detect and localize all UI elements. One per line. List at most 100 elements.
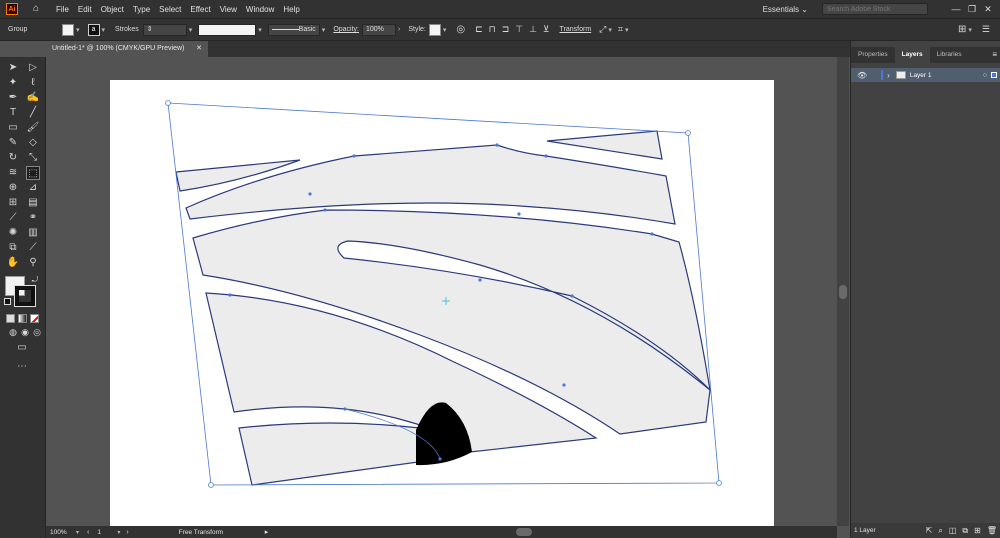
none-mode-icon[interactable] bbox=[30, 314, 39, 323]
eraser-tool-icon[interactable]: ◇ bbox=[26, 136, 40, 150]
menu-type[interactable]: Type bbox=[133, 5, 150, 14]
variable-width-profile[interactable] bbox=[198, 23, 257, 36]
align-right-icon[interactable]: ⊐ bbox=[502, 24, 510, 35]
locate-object-icon[interactable]: ⌕ bbox=[938, 526, 942, 536]
lasso-tool-icon[interactable]: ℓ bbox=[26, 76, 40, 90]
align-middle-icon[interactable]: ⊥ bbox=[529, 24, 537, 35]
menu-effect[interactable]: Effect bbox=[190, 5, 210, 14]
restore-button[interactable]: ❐ bbox=[964, 4, 980, 15]
menu-edit[interactable]: Edit bbox=[78, 5, 92, 14]
minimize-button[interactable]: — bbox=[948, 4, 964, 14]
scale-tool-icon[interactable]: ⤡ bbox=[26, 151, 40, 165]
zoom-level[interactable]: 100% bbox=[50, 529, 76, 536]
eye-icon[interactable]: 👁 bbox=[857, 71, 867, 80]
flip-icon[interactable]: ⤢ bbox=[599, 24, 606, 35]
gradient-mode-icon[interactable] bbox=[18, 314, 27, 323]
chevron-down-icon[interactable]: ▾ bbox=[76, 529, 79, 536]
chevron-down-icon[interactable]: ▾ bbox=[102, 26, 106, 34]
blend-tool-icon[interactable]: ⚭ bbox=[26, 211, 40, 225]
opacity-field[interactable]: 100% bbox=[362, 23, 396, 36]
layer-name[interactable]: Layer 1 bbox=[910, 72, 932, 79]
chevron-down-icon[interactable]: ▾ bbox=[443, 26, 447, 34]
layer-row[interactable]: 👁 › Layer 1 ○ bbox=[851, 68, 1000, 82]
line-tool-icon[interactable]: ╱ bbox=[26, 106, 40, 120]
strokes-label[interactable]: Strokes bbox=[115, 26, 139, 33]
artboard-tool-icon[interactable]: ⧉ bbox=[6, 241, 20, 255]
hand-tool-icon[interactable]: ✋ bbox=[6, 256, 20, 270]
menu-object[interactable]: Object bbox=[101, 5, 124, 14]
align-center-icon[interactable]: ⊓ bbox=[489, 24, 496, 35]
shape-builder-tool-icon[interactable]: ⊕ bbox=[6, 181, 20, 195]
free-transform-tool-icon[interactable]: ⬚ bbox=[26, 166, 40, 180]
status-menu-icon[interactable]: ▸ bbox=[265, 528, 269, 536]
isolate-icon[interactable]: ⌗ bbox=[618, 24, 623, 35]
selection-tool-icon[interactable]: ➤ bbox=[6, 61, 20, 75]
align-left-icon[interactable]: ⊏ bbox=[475, 24, 483, 35]
slice-tool-icon[interactable]: ⟋ bbox=[26, 241, 40, 255]
delete-icon[interactable]: 🗑 bbox=[987, 526, 997, 535]
default-colors-icon[interactable] bbox=[4, 298, 11, 305]
align-top-icon[interactable]: ⊤ bbox=[515, 24, 523, 35]
previous-artboard-icon[interactable]: ‹ bbox=[87, 529, 89, 536]
arrange-documents-icon[interactable]: ⊞ bbox=[958, 24, 966, 35]
document-tab[interactable]: Untitled-1* @ 100% (CMYK/GPU Preview) ✕ bbox=[46, 41, 208, 57]
tab-properties[interactable]: Properties bbox=[851, 47, 895, 63]
chevron-down-icon[interactable]: ▾ bbox=[625, 26, 629, 34]
menu-select[interactable]: Select bbox=[159, 5, 181, 14]
chevron-down-icon[interactable]: ▾ bbox=[968, 26, 972, 34]
chevron-right-icon[interactable]: › bbox=[398, 26, 400, 33]
menu-view[interactable]: View bbox=[220, 5, 237, 14]
color-mode-icon[interactable] bbox=[6, 314, 15, 323]
mesh-tool-icon[interactable]: ⊞ bbox=[6, 196, 20, 210]
target-icon[interactable]: ○ bbox=[983, 72, 987, 79]
curvature-tool-icon[interactable]: ✍ bbox=[26, 91, 40, 105]
workspace-switcher[interactable]: Essentials ⌄ bbox=[763, 5, 808, 14]
recolor-icon[interactable]: ◎ bbox=[456, 24, 465, 35]
search-stock-input[interactable] bbox=[822, 3, 928, 15]
vertical-scroll-thumb[interactable] bbox=[839, 285, 847, 299]
perspective-grid-tool-icon[interactable]: ⊿ bbox=[26, 181, 40, 195]
close-icon[interactable]: ✕ bbox=[196, 41, 202, 57]
swap-colors-icon[interactable]: ⤾ bbox=[28, 273, 42, 287]
rectangle-tool-icon[interactable]: ▭ bbox=[6, 121, 20, 135]
stroke-color-box[interactable] bbox=[14, 285, 36, 307]
symbol-sprayer-tool-icon[interactable]: ✺ bbox=[6, 226, 20, 240]
vertical-scrollbar[interactable] bbox=[837, 57, 849, 526]
stroke-weight-field[interactable]: ⇕ bbox=[142, 23, 187, 36]
align-bottom-icon[interactable]: ⊻ bbox=[543, 24, 550, 35]
pen-tool-icon[interactable]: ✒ bbox=[6, 91, 20, 105]
next-artboard-icon[interactable]: › bbox=[126, 529, 128, 536]
close-button[interactable]: ✕ bbox=[980, 4, 996, 15]
chevron-down-icon[interactable]: ▾ bbox=[189, 26, 193, 34]
new-layer-icon[interactable]: ⊞ bbox=[974, 526, 981, 535]
menu-window[interactable]: Window bbox=[246, 5, 274, 14]
width-tool-icon[interactable]: ≋ bbox=[6, 166, 20, 180]
chevron-down-icon[interactable]: ▾ bbox=[258, 26, 262, 34]
artboard[interactable] bbox=[110, 80, 774, 526]
screen-mode-icon[interactable]: ▭ bbox=[15, 341, 29, 355]
chevron-down-icon[interactable]: ▾ bbox=[322, 26, 326, 34]
menu-file[interactable]: File bbox=[56, 5, 69, 14]
clipping-mask-icon[interactable]: ◫ bbox=[949, 526, 957, 535]
tab-libraries[interactable]: Libraries bbox=[930, 47, 969, 63]
chevron-down-icon[interactable]: ▾ bbox=[608, 26, 612, 34]
type-tool-icon[interactable]: T bbox=[6, 106, 20, 120]
transform-link[interactable]: Transform bbox=[560, 26, 592, 33]
home-icon[interactable]: ⌂ bbox=[30, 3, 42, 15]
chevron-right-icon[interactable]: › bbox=[887, 71, 890, 80]
magic-wand-tool-icon[interactable]: ✦ bbox=[6, 76, 20, 90]
shaper-tool-icon[interactable]: ✎ bbox=[6, 136, 20, 150]
brush-definition-field[interactable]: Basic bbox=[267, 23, 320, 36]
zoom-tool-icon[interactable]: ⚲ bbox=[26, 256, 40, 270]
direct-selection-tool-icon[interactable]: ▷ bbox=[26, 61, 40, 75]
rotate-tool-icon[interactable]: ↻ bbox=[6, 151, 20, 165]
export-icon[interactable]: ⇱ bbox=[926, 526, 933, 535]
column-graph-tool-icon[interactable]: ▥ bbox=[26, 226, 40, 240]
gradient-tool-icon[interactable]: ▤ bbox=[26, 196, 40, 210]
chevron-down-icon[interactable]: ▾ bbox=[117, 529, 120, 536]
graphic-style-swatch[interactable] bbox=[428, 23, 441, 36]
paintbrush-tool-icon[interactable]: 🖌 bbox=[26, 121, 40, 135]
eyedropper-tool-icon[interactable]: ⟋ bbox=[6, 211, 20, 225]
new-sublayer-icon[interactable]: ⧉ bbox=[962, 526, 968, 536]
fill-swatch[interactable] bbox=[62, 23, 74, 36]
